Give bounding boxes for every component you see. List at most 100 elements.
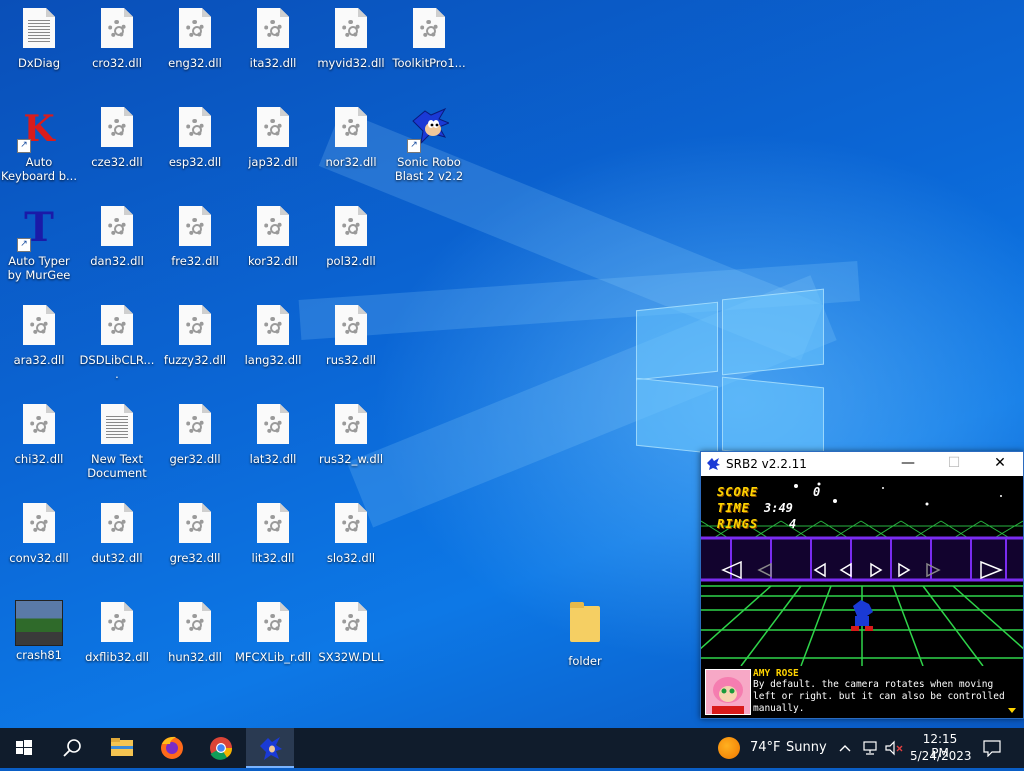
network-icon[interactable] xyxy=(862,739,880,757)
desktop-icon-ger32[interactable]: ger32.dll xyxy=(156,404,234,466)
dll-file-icon xyxy=(331,8,371,52)
desktop-icon-cro32[interactable]: cro32.dll xyxy=(78,8,156,70)
auto-keyboard-icon: K ↗ xyxy=(17,107,59,153)
icon-label: fuzzy32.dll xyxy=(163,353,227,367)
chrome-icon xyxy=(210,737,233,760)
desktop-icon-pol32[interactable]: pol32.dll xyxy=(312,206,390,268)
dll-file-icon xyxy=(175,206,215,250)
dll-file-icon xyxy=(253,8,293,52)
desktop-icon-new-text-document[interactable]: New Text Document xyxy=(78,404,156,480)
desktop-icon-hun32[interactable]: hun32.dll xyxy=(156,602,234,664)
dll-file-icon xyxy=(97,206,137,250)
desktop-icon-dxdiag[interactable]: DxDiag xyxy=(0,8,78,70)
icon-label: ita32.dll xyxy=(249,56,297,70)
icon-label: dan32.dll xyxy=(90,254,144,268)
desktop-icon-ita32[interactable]: ita32.dll xyxy=(234,8,312,70)
text-file-icon xyxy=(97,404,137,448)
desktop-icon-ara32[interactable]: ara32.dll xyxy=(0,305,78,367)
weather-sun-icon[interactable] xyxy=(718,737,740,759)
hud-time-label: TIME xyxy=(717,501,750,515)
desktop-icon-nor32[interactable]: nor32.dll xyxy=(312,107,390,169)
srb2-game-window[interactable]: SRB2 v2.2.11 — ☐ ✕ SCORE 0 TIME 3:49 RIN… xyxy=(700,451,1024,719)
notification-center-icon[interactable] xyxy=(982,739,1002,757)
desktop-icon-conv32[interactable]: conv32.dll xyxy=(0,503,78,565)
maximize-button[interactable]: ☐ xyxy=(931,452,977,476)
desktop-icon-esp32[interactable]: esp32.dll xyxy=(156,107,234,169)
icon-label: dxflib32.dll xyxy=(85,650,149,664)
dialog-box: AMY ROSE By default. the camera rotates … xyxy=(701,666,1023,718)
start-button[interactable] xyxy=(0,728,48,768)
desktop-icon-slo32[interactable]: slo32.dll xyxy=(312,503,390,565)
desktop-icon-toolkitpro[interactable]: ToolkitPro1... xyxy=(390,8,468,70)
desktop-icon-myvid32[interactable]: myvid32.dll xyxy=(312,8,390,70)
desktop-icon-rus32-w[interactable]: rus32_w.dll xyxy=(312,404,390,466)
weather-temp[interactable]: 74°F xyxy=(750,740,781,755)
dll-file-icon xyxy=(331,404,371,448)
icon-label: myvid32.dll xyxy=(317,56,385,70)
dll-file-icon xyxy=(97,107,137,151)
icon-label: Auto Keyboard b... xyxy=(1,155,77,183)
desktop-icon-rus32[interactable]: rus32.dll xyxy=(312,305,390,367)
desktop-icon-gre32[interactable]: gre32.dll xyxy=(156,503,234,565)
icon-label: ger32.dll xyxy=(169,452,221,466)
desktop-icon-crash81[interactable]: crash81 xyxy=(0,600,78,662)
icon-label: cze32.dll xyxy=(91,155,143,169)
desktop-icon-dan32[interactable]: dan32.dll xyxy=(78,206,156,268)
window-title: SRB2 v2.2.11 xyxy=(726,457,807,471)
desktop-icon-fre32[interactable]: fre32.dll xyxy=(156,206,234,268)
desktop-icon-lat32[interactable]: lat32.dll xyxy=(234,404,312,466)
volume-muted-icon[interactable] xyxy=(884,739,904,757)
dll-file-icon xyxy=(97,305,137,349)
weather-desc[interactable]: Sunny xyxy=(786,740,827,755)
desktop-icon-cze32[interactable]: cze32.dll xyxy=(78,107,156,169)
desktop-icon-folder[interactable]: folder xyxy=(546,602,624,668)
desktop-icon-dut32[interactable]: dut32.dll xyxy=(78,503,156,565)
search-button[interactable] xyxy=(48,728,96,768)
desktop-icon-auto-typer[interactable]: T ↗ Auto Typer by MurGee xyxy=(0,206,78,283)
hud-rings-value: 4 xyxy=(789,517,797,531)
dialog-next-icon xyxy=(1008,708,1016,713)
icon-label: Auto Typer by MurGee xyxy=(7,254,71,282)
desktop-icon-eng32[interactable]: eng32.dll xyxy=(156,8,234,70)
icon-label: folder xyxy=(568,654,602,668)
minimize-button[interactable]: — xyxy=(885,452,931,476)
game-viewport[interactable]: SCORE 0 TIME 3:49 RINGS 4 AMY ROSE By de… xyxy=(701,476,1023,718)
desktop-icon-sonic-robo-blast[interactable]: ↗ Sonic Robo Blast 2 v2.2 xyxy=(390,107,468,183)
dll-file-icon xyxy=(175,602,215,646)
window-titlebar[interactable]: SRB2 v2.2.11 — ☐ ✕ xyxy=(701,452,1023,476)
desktop-icon-chi32[interactable]: chi32.dll xyxy=(0,404,78,466)
desktop-icon-dxflib32[interactable]: dxflib32.dll xyxy=(78,602,156,664)
desktop-icon-dsdlibclr[interactable]: DSDLibCLR.... xyxy=(78,305,156,381)
windows-start-icon xyxy=(16,740,32,755)
hud-score-value: 0 xyxy=(813,485,821,499)
icon-label: Sonic Robo Blast 2 v2.2 xyxy=(394,155,464,183)
tray-chevron-up-icon[interactable] xyxy=(838,741,852,755)
icon-label: hun32.dll xyxy=(168,650,222,664)
dll-file-icon xyxy=(253,503,293,547)
clock-date[interactable]: 5/24/2023 xyxy=(910,749,972,763)
taskbar: 74°F Sunny 12:15 PM 5/24/2023 xyxy=(0,728,1024,768)
taskbar-chrome[interactable] xyxy=(197,728,245,768)
close-button[interactable]: ✕ xyxy=(977,452,1023,476)
dll-file-icon xyxy=(175,404,215,448)
desktop-icon-mfcxlib[interactable]: MFCXLib_r.dll xyxy=(234,602,312,664)
taskbar-firefox[interactable] xyxy=(148,728,196,768)
dialog-speaker: AMY ROSE xyxy=(753,668,799,679)
hud-score-label: SCORE xyxy=(717,485,759,499)
desktop-icon-jap32[interactable]: jap32.dll xyxy=(234,107,312,169)
desktop-icon-auto-keyboard[interactable]: K ↗ Auto Keyboard b... xyxy=(0,107,78,183)
search-icon xyxy=(63,739,81,757)
taskbar-file-explorer[interactable] xyxy=(98,728,146,768)
desktop-icon-sx32w[interactable]: SX32W.DLL xyxy=(312,602,390,664)
taskbar-srb2[interactable] xyxy=(246,728,294,768)
text-file-icon xyxy=(19,8,59,52)
icon-label: crash81 xyxy=(15,648,62,662)
desktop-icon-lang32[interactable]: lang32.dll xyxy=(234,305,312,367)
desktop-icon-lit32[interactable]: lit32.dll xyxy=(234,503,312,565)
icon-label: fre32.dll xyxy=(171,254,219,268)
dll-file-icon xyxy=(331,503,371,547)
desktop-icon-kor32[interactable]: kor32.dll xyxy=(234,206,312,268)
icon-label: lat32.dll xyxy=(249,452,297,466)
dll-file-icon xyxy=(331,107,371,151)
desktop-icon-fuzzy32[interactable]: fuzzy32.dll xyxy=(156,305,234,367)
